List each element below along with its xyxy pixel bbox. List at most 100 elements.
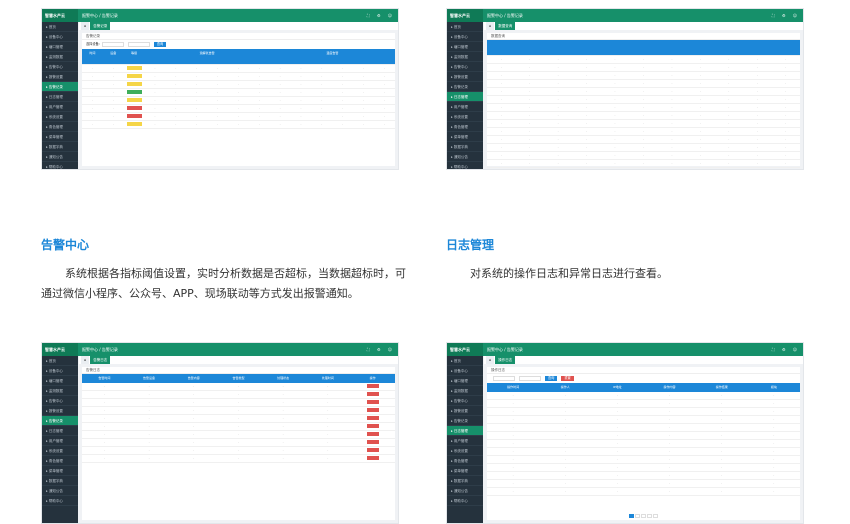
- tab-home[interactable]: ⌂: [486, 356, 495, 364]
- tab-active[interactable]: 数据查询: [495, 22, 516, 30]
- sidebar-item[interactable]: ▸ 首页: [447, 22, 483, 32]
- sidebar-item[interactable]: ▸ 日志管理: [447, 426, 483, 436]
- sidebar-item[interactable]: ▸ 系统设置: [447, 112, 483, 122]
- sidebar-item[interactable]: ▸ 设备中心: [447, 366, 483, 376]
- sidebar-item[interactable]: ▸ 帮助中心: [42, 162, 78, 169]
- sidebar-item[interactable]: ▸ 首页: [42, 356, 78, 366]
- top-right-tools[interactable]: ⛶ ⚙ ☺: [772, 9, 797, 22]
- sidebar-item[interactable]: ▸ 报警设置: [447, 72, 483, 82]
- sidebar-item[interactable]: ▸ 系统设置: [42, 446, 78, 456]
- sidebar-item[interactable]: ▸ 报警设置: [447, 406, 483, 416]
- sidebar-item[interactable]: ▸ 通知公告: [42, 152, 78, 162]
- sidebar-item[interactable]: ▸ 告警记录: [42, 416, 78, 426]
- table-row: · · · · · ·: [487, 439, 800, 448]
- sidebar-item[interactable]: ▸ 首页: [42, 22, 78, 32]
- table-row: ···········: [487, 55, 800, 64]
- table-row: ···········: [487, 127, 800, 136]
- sidebar-item[interactable]: ▸ 帮助中心: [42, 496, 78, 506]
- sidebar-item[interactable]: ▸ 报警设置: [42, 72, 78, 82]
- sidebar-item[interactable]: ▸ 塘口管理: [447, 42, 483, 52]
- sidebar-item[interactable]: ▸ 菜单管理: [42, 132, 78, 142]
- sidebar-item[interactable]: ▸ 告警中心: [42, 62, 78, 72]
- sidebar-item[interactable]: ▸ 数据字典: [42, 476, 78, 486]
- sidebar-item[interactable]: ▸ 用户管理: [447, 102, 483, 112]
- query-button[interactable]: 查询: [545, 376, 558, 381]
- sidebar-item[interactable]: ▸ 首页: [447, 356, 483, 366]
- sidebar-item[interactable]: ▸ 角色管理: [447, 122, 483, 132]
- level-chip: [126, 122, 142, 126]
- sidebar-item[interactable]: ▸ 通知公告: [447, 152, 483, 162]
- sidebar-item[interactable]: ▸ 用户管理: [447, 436, 483, 446]
- delete-button[interactable]: [366, 400, 379, 404]
- sidebar-item[interactable]: ▸ 角色管理: [447, 456, 483, 466]
- sidebar-item[interactable]: ▸ 用户管理: [42, 436, 78, 446]
- sidebar-item[interactable]: ▸ 通知公告: [42, 486, 78, 496]
- search-input[interactable]: [493, 375, 515, 381]
- sidebar-item[interactable]: ▸ 监测数据: [447, 386, 483, 396]
- top-right-tools[interactable]: ⛶ ⚙ ☺: [772, 343, 797, 356]
- delete-button[interactable]: [366, 432, 379, 436]
- delete-button[interactable]: [366, 424, 379, 428]
- sidebar-item[interactable]: ▸ 告警中心: [42, 396, 78, 406]
- delete-button[interactable]: [366, 416, 379, 420]
- tab-active[interactable]: 操作日志: [495, 356, 516, 364]
- sidebar-item[interactable]: ▸ 告警记录: [447, 82, 483, 92]
- query-button[interactable]: 查询: [153, 42, 167, 47]
- delete-button[interactable]: [366, 392, 379, 396]
- operation-log-table: 操作时间 操作人 IP地址 操作内容 操作结果 模块 · · · · · · · · · · · · · · · · · · ·…: [487, 383, 800, 496]
- sidebar-item[interactable]: ▸ 帮助中心: [447, 162, 483, 169]
- sidebar-item[interactable]: ▸ 告警中心: [447, 62, 483, 72]
- delete-button[interactable]: [366, 384, 379, 388]
- tab-home[interactable]: ⌂: [81, 356, 90, 364]
- sidebar-item[interactable]: ▸ 监测数据: [447, 52, 483, 62]
- sidebar-item[interactable]: ▸ 帮助中心: [447, 496, 483, 506]
- sidebar-item[interactable]: ▸ 塘口管理: [42, 376, 78, 386]
- delete-button[interactable]: [366, 456, 379, 460]
- sidebar-item[interactable]: ▸ 日志管理: [42, 426, 78, 436]
- level-chip: [126, 66, 142, 70]
- sidebar-item[interactable]: ▸ 设备中心: [447, 32, 483, 42]
- search-bar: 查询 重置: [487, 374, 800, 383]
- sidebar-item[interactable]: ▸ 菜单管理: [447, 466, 483, 476]
- sidebar-item[interactable]: ▸ 监测数据: [42, 386, 78, 396]
- sidebar-item[interactable]: ▸ 角色管理: [42, 122, 78, 132]
- panel-title: 数据查询: [487, 33, 800, 40]
- tab-active[interactable]: 告警记录: [90, 22, 111, 30]
- sidebar-item[interactable]: ▸ 系统设置: [447, 446, 483, 456]
- sidebar-item[interactable]: ▸ 数据字典: [447, 142, 483, 152]
- sidebar-item[interactable]: ▸ 菜单管理: [42, 466, 78, 476]
- alarm-description: 系统根据各指标阈值设置，实时分析数据是否超标，当数据超标时，可通过微信小程序、公…: [41, 267, 406, 300]
- sidebar-item[interactable]: ▸ 报警设置: [42, 406, 78, 416]
- sidebar-item[interactable]: ▸ 日志管理: [447, 92, 483, 102]
- filter-input[interactable]: [101, 41, 124, 47]
- delete-button[interactable]: [366, 448, 379, 452]
- sidebar-item[interactable]: ▸ 塘口管理: [447, 376, 483, 386]
- sidebar-item[interactable]: ▸ 系统设置: [42, 112, 78, 122]
- table-row: · · · · · ·: [487, 399, 800, 408]
- sidebar-item[interactable]: ▸ 告警记录: [42, 82, 78, 92]
- top-right-tools[interactable]: ⛶ ⚙ ☺: [367, 9, 392, 22]
- sidebar-item[interactable]: ▸ 用户管理: [42, 102, 78, 112]
- tab-home[interactable]: ⌂: [486, 22, 495, 30]
- sidebar-item[interactable]: ▸ 设备中心: [42, 32, 78, 42]
- sidebar-item[interactable]: ▸ 数据字典: [42, 142, 78, 152]
- sidebar-item[interactable]: ▸ 数据字典: [447, 476, 483, 486]
- sidebar-item[interactable]: ▸ 日志管理: [42, 92, 78, 102]
- tab-home[interactable]: ⌂: [81, 22, 90, 30]
- top-right-tools[interactable]: ⛶ ⚙ ☺: [367, 343, 392, 356]
- search-input-2[interactable]: [519, 375, 541, 381]
- delete-button[interactable]: [366, 408, 379, 412]
- sidebar-item[interactable]: ▸ 菜单管理: [447, 132, 483, 142]
- sidebar-item[interactable]: ▸ 塘口管理: [42, 42, 78, 52]
- sidebar-item[interactable]: ▸ 监测数据: [42, 52, 78, 62]
- reset-button[interactable]: 重置: [561, 376, 574, 381]
- sidebar-item[interactable]: ▸ 告警记录: [447, 416, 483, 426]
- sidebar-item[interactable]: ▸ 通知公告: [447, 486, 483, 496]
- pagination[interactable]: [487, 514, 800, 518]
- sidebar-item[interactable]: ▸ 告警中心: [447, 396, 483, 406]
- filter-input-2[interactable]: [127, 41, 150, 47]
- sidebar-item[interactable]: ▸ 设备中心: [42, 366, 78, 376]
- tab-active[interactable]: 告警日志: [90, 356, 111, 364]
- delete-button[interactable]: [366, 440, 379, 444]
- sidebar-item[interactable]: ▸ 角色管理: [42, 456, 78, 466]
